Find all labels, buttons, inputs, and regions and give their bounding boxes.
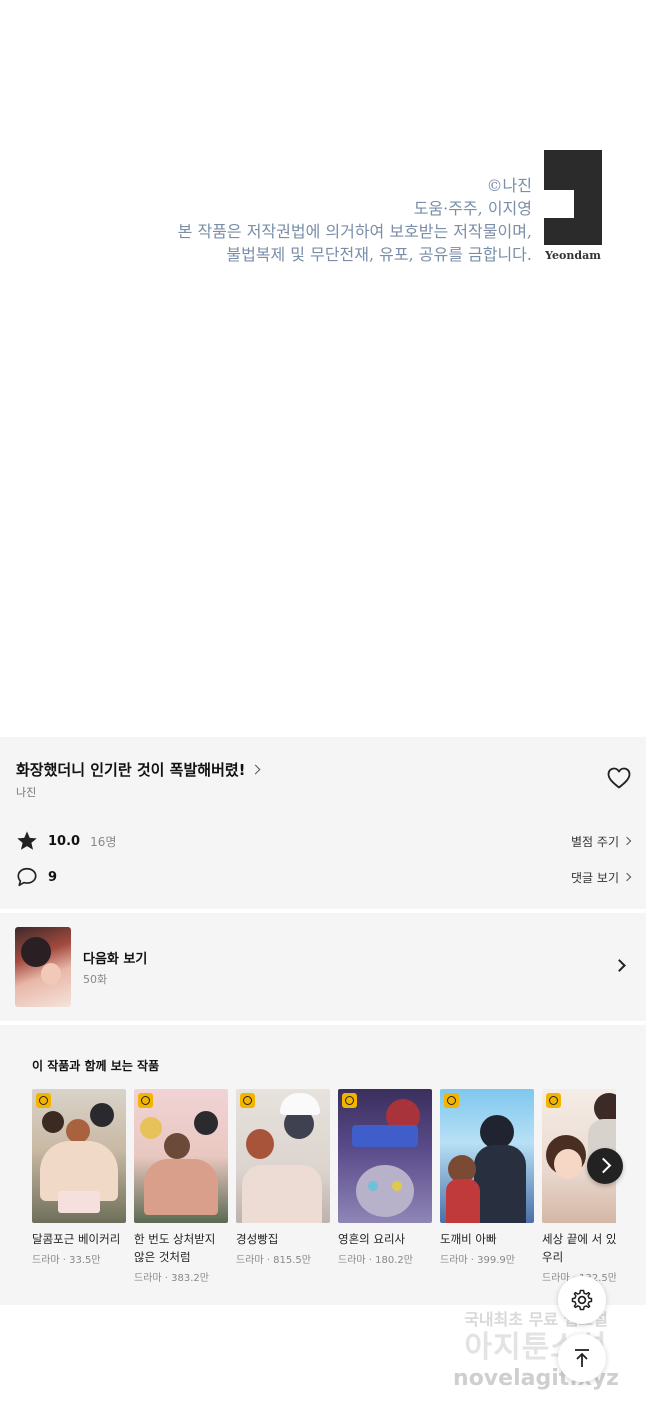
clock-badge-icon: [546, 1093, 561, 1108]
comment-icon: [17, 867, 37, 887]
next-episode-row[interactable]: 다음화 보기 50화: [0, 913, 646, 1021]
clock-badge-icon: [240, 1093, 255, 1108]
settings-button[interactable]: [558, 1276, 606, 1324]
related-work-title: 경성빵집: [236, 1232, 279, 1246]
related-work-meta: 드라마 · 33.5만: [32, 1255, 101, 1266]
publisher-logo-text: Yeondam: [545, 249, 601, 262]
related-work-title: 영혼의 요리사: [338, 1232, 406, 1246]
scroll-to-top-button[interactable]: [558, 1334, 606, 1382]
copyright-block: ©나진 도움·주주, 이지영 본 작품은 저작권법에 의거하여 보호받는 저작물…: [0, 140, 646, 270]
related-work-title: 달콤포근 베이커리: [32, 1232, 121, 1246]
chevron-right-icon: [250, 764, 260, 775]
view-comments-label: 댓글 보기: [571, 870, 619, 885]
related-work-meta: 드라마 · 383.2만: [134, 1273, 209, 1284]
related-work-title: 한 번도 상처받지 않은 것처럼: [134, 1232, 216, 1264]
clock-badge-icon: [138, 1093, 153, 1108]
related-work-cover: [236, 1089, 330, 1223]
chevron-right-icon: [622, 872, 632, 882]
comments-count: 9: [48, 869, 58, 885]
copyright-notice-2: 불법복제 및 무단전재, 유포, 공유를 금합니다.: [226, 245, 532, 264]
rating-count: 16명: [90, 834, 117, 849]
related-work-title: 도깨비 아빠: [440, 1232, 497, 1246]
related-work-card[interactable]: 경성빵집 드라마 · 815.5만: [236, 1089, 330, 1266]
rate-button[interactable]: 별점 주기: [571, 829, 632, 853]
series-title-link[interactable]: 화장했더니 인기란 것이 폭발해버렸!: [16, 759, 260, 780]
related-work-card[interactable]: 도깨비 아빠 드라마 · 399.9만: [440, 1089, 534, 1266]
copyright-author: ©나진: [486, 176, 532, 195]
related-work-card[interactable]: 세상 끝에 서 있는 우리 드라마 · 132.5만: [542, 1089, 616, 1284]
related-work-title: 세상 끝에 서 있는 우리: [542, 1232, 616, 1264]
copyright-assistants: 도움·주주, 이지영: [413, 199, 532, 218]
view-comments-button[interactable]: 댓글 보기: [571, 865, 632, 889]
publisher-logo: Yeondam: [540, 150, 606, 268]
clock-badge-icon: [342, 1093, 357, 1108]
related-works-heading: 이 작품과 함께 보는 작품: [32, 1059, 160, 1073]
rating-value: 10.0: [48, 833, 81, 849]
next-episode-number: 50화: [83, 973, 108, 986]
related-works-carousel[interactable]: 달콤포근 베이커리 드라마 · 33.5만 한 번도 상처받지 않은 것처럼 드…: [32, 1089, 616, 1299]
related-work-cover: [134, 1089, 228, 1223]
related-work-cover: [440, 1089, 534, 1223]
related-work-card[interactable]: 한 번도 상처받지 않은 것처럼 드라마 · 383.2만: [134, 1089, 228, 1284]
clock-badge-icon: [444, 1093, 459, 1108]
star-icon: [17, 831, 37, 850]
heart-icon[interactable]: [607, 767, 631, 789]
carousel-next-button[interactable]: [587, 1148, 623, 1184]
gear-icon: [571, 1289, 593, 1311]
related-work-meta: 드라마 · 180.2만: [338, 1255, 413, 1266]
rating-row: 10.0 16명: [16, 829, 116, 853]
related-works-section: 이 작품과 함께 보는 작품 달콤포근 베이커리 드라마 · 33.5만 한 번…: [0, 1025, 646, 1305]
related-work-cover: [338, 1089, 432, 1223]
next-episode-thumbnail: [15, 927, 71, 1007]
copyright-text: ©나진 도움·주주, 이지영 본 작품은 저작권법에 의거하여 보호받는 저작물…: [178, 174, 532, 266]
related-work-cover: [32, 1089, 126, 1223]
series-author: 나진: [16, 786, 37, 799]
chevron-right-icon: [613, 959, 626, 972]
rate-button-label: 별점 주기: [571, 834, 619, 849]
series-info-panel: 화장했더니 인기란 것이 폭발해버렸! 나진 10.0 16명 별점 주기 9 …: [0, 737, 646, 909]
comments-row: 9: [16, 865, 57, 889]
related-work-card[interactable]: 영혼의 요리사 드라마 · 180.2만: [338, 1089, 432, 1266]
series-title: 화장했더니 인기란 것이 폭발해버렸!: [16, 761, 246, 779]
copyright-notice-1: 본 작품은 저작권법에 의거하여 보호받는 저작물이며,: [177, 222, 532, 241]
next-episode-label: 다음화 보기: [83, 952, 148, 967]
arrow-up-icon: [575, 1349, 589, 1367]
related-work-meta: 드라마 · 399.9만: [440, 1255, 515, 1266]
related-work-card[interactable]: 달콤포근 베이커리 드라마 · 33.5만: [32, 1089, 126, 1266]
related-work-meta: 드라마 · 815.5만: [236, 1255, 311, 1266]
clock-badge-icon: [36, 1093, 51, 1108]
chevron-right-icon: [622, 836, 632, 846]
